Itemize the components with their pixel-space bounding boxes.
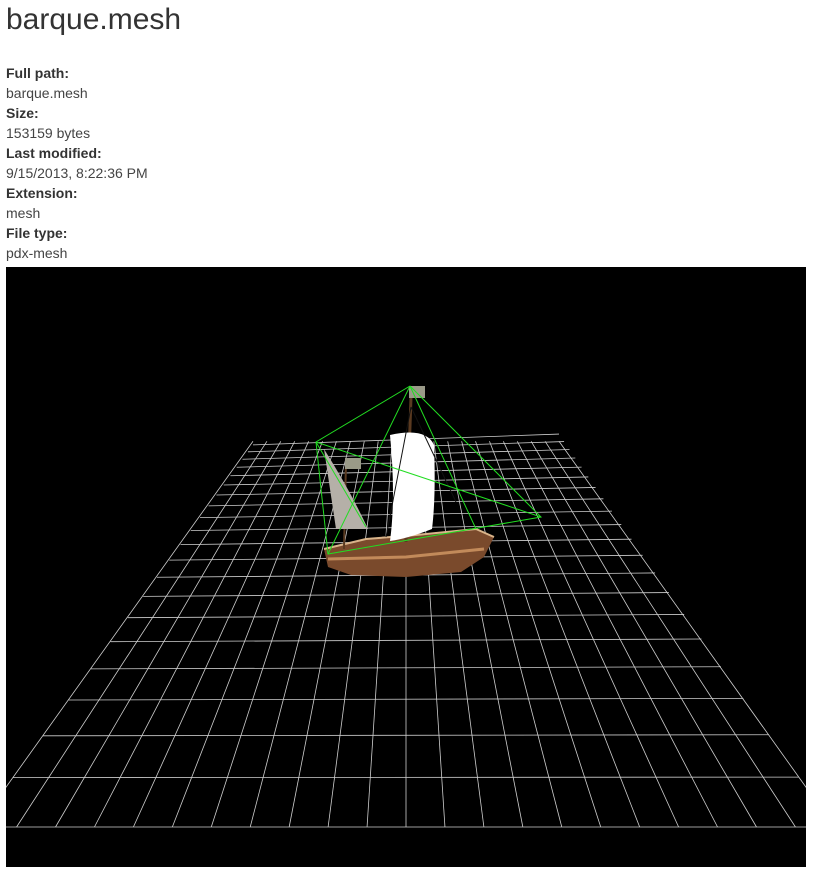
grid-line: [544, 441, 796, 828]
page-title: barque.mesh: [6, 3, 182, 36]
ship-model: [323, 386, 495, 577]
file-info-list: Full path: barque.mesh Size: 153159 byte…: [6, 63, 148, 263]
3d-mesh-viewer[interactable]: [6, 267, 806, 867]
file-type-value: pdx-mesh: [6, 245, 68, 261]
viewer-canvas[interactable]: [6, 267, 806, 867]
main-sail: [390, 432, 435, 541]
last-modified-value: 9/15/2013, 8:22:36 PM: [6, 165, 148, 181]
size-value: 153159 bytes: [6, 125, 91, 141]
file-type-label: File type:: [6, 225, 68, 241]
size-label: Size:: [6, 105, 39, 121]
extension-value: mesh: [6, 205, 41, 221]
rear-flag: [345, 458, 361, 469]
full-path-value: barque.mesh: [6, 85, 88, 101]
grid-line: [16, 441, 268, 828]
grid-line: [210, 441, 337, 828]
grid-line: [6, 441, 254, 788]
last-modified-label: Last modified:: [6, 145, 102, 161]
grid-line: [133, 441, 310, 828]
extension-label: Extension:: [6, 185, 78, 201]
full-path-label: Full path:: [6, 65, 69, 81]
